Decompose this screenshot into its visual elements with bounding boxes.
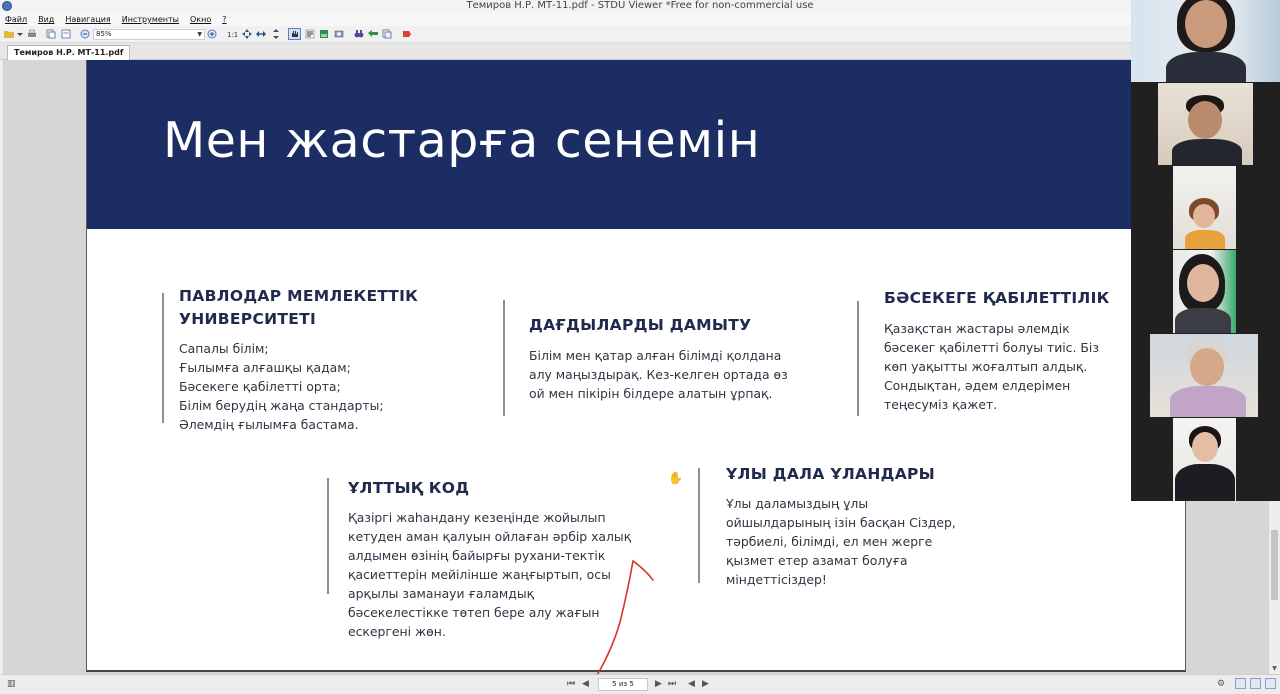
section-divider bbox=[857, 301, 859, 416]
zoom-value: 85% bbox=[96, 30, 112, 38]
dropdown-arrow-icon[interactable] bbox=[17, 29, 23, 39]
zoom-select[interactable]: 85% ▼ bbox=[93, 29, 205, 40]
window-title: Темиров Н.Р. МТ-11.pdf - STDU Viewer *Fr… bbox=[466, 0, 814, 11]
participant-avatar bbox=[1166, 0, 1246, 82]
facing-pages-view-icon[interactable] bbox=[1265, 678, 1276, 689]
participant-video-tile[interactable] bbox=[1173, 418, 1236, 501]
section-great-steppe: ҰЛЫ ДАЛА ҰЛАНДАРЫ Ұлы даламыздың ұлы ойш… bbox=[698, 465, 1018, 588]
section-heading: ҰЛТТЫҚ КОД bbox=[348, 479, 470, 497]
status-bar: ▥ ⏮ ◀ 5 из 5 ▶ ⏭ ◀ ▶ ⚙ bbox=[0, 674, 1280, 694]
participant-video-tile[interactable] bbox=[1131, 0, 1280, 82]
first-page-icon[interactable]: ⏮ bbox=[567, 679, 575, 689]
participant-video-tile[interactable] bbox=[1173, 166, 1236, 249]
window-title-bar: Темиров Н.Р. МТ-11.pdf - STDU Viewer *Fr… bbox=[0, 0, 1280, 13]
scroll-down-icon[interactable]: ▼ bbox=[1270, 664, 1279, 673]
print-icon[interactable] bbox=[27, 29, 37, 39]
zoom-out-icon[interactable] bbox=[80, 29, 90, 39]
participant-video-tile[interactable] bbox=[1158, 83, 1253, 165]
history-forward-icon[interactable]: ▶ bbox=[702, 679, 709, 689]
find-icon[interactable] bbox=[354, 29, 364, 39]
menu-tools[interactable]: Инструменты bbox=[122, 15, 179, 24]
svg-text:1:1: 1:1 bbox=[227, 31, 237, 39]
section-heading: ҰЛЫ ДАЛА ҰЛАНДАРЫ bbox=[726, 465, 936, 483]
select-image-icon[interactable] bbox=[319, 29, 329, 39]
section-divider bbox=[698, 468, 700, 583]
hand-tool-icon[interactable] bbox=[288, 28, 301, 40]
open-folder-icon[interactable] bbox=[4, 29, 14, 39]
document-tab-strip: Темиров Н.Р. МТ-11.pdf bbox=[0, 43, 1280, 60]
section-body: Ұлы даламыздың ұлы ойшылдарының ізін бас… bbox=[726, 496, 956, 587]
panel-toggle-icon[interactable]: ▥ bbox=[7, 679, 16, 689]
participant-video-tile[interactable] bbox=[1173, 250, 1236, 333]
back-icon[interactable] bbox=[368, 29, 378, 39]
section-divider bbox=[162, 293, 164, 423]
menu-bar: Файл Вид Навигация Инструменты Окно ? bbox=[0, 13, 1280, 26]
section-competitiveness: БӘСЕКЕГЕ ҚАБІЛЕТТІЛІК Қазақстан жастары … bbox=[857, 289, 1177, 419]
participant-avatar bbox=[1170, 340, 1246, 417]
fit-height-icon[interactable] bbox=[271, 29, 281, 39]
section-divider bbox=[503, 300, 505, 416]
scrollbar-thumb[interactable] bbox=[1271, 530, 1278, 600]
document-viewer[interactable]: ▲ ▼ Мен жастарға сенемін ПАВЛОДАР МЕМЛЕК… bbox=[0, 60, 1280, 674]
participant-avatar bbox=[1185, 198, 1225, 249]
menu-navigation[interactable]: Навигация bbox=[65, 15, 110, 24]
copy-icon[interactable] bbox=[46, 29, 56, 39]
section-national-code: ҰЛТТЫҚ КОД Қазіргі жаһандану кезеңінде ж… bbox=[327, 478, 687, 648]
hand-cursor-icon: ✋ bbox=[668, 471, 683, 485]
menu-view[interactable]: Вид bbox=[38, 15, 54, 24]
pages-icon[interactable] bbox=[61, 29, 71, 39]
fit-width-icon[interactable] bbox=[256, 29, 266, 39]
snapshot-icon[interactable] bbox=[334, 29, 344, 39]
section-heading: ДАҒДЫЛАРДЫ ДАМЫТУ bbox=[529, 316, 752, 334]
slide-banner: Мен жастарға сенемін bbox=[87, 60, 1185, 229]
section-body: Сапалы білім; Ғылымға алғашқы қадам; Бәс… bbox=[179, 341, 384, 432]
left-panel-collapsed[interactable] bbox=[0, 60, 4, 674]
single-page-view-icon[interactable] bbox=[1235, 678, 1246, 689]
document-tab[interactable]: Темиров Н.Р. МТ-11.pdf bbox=[7, 45, 131, 60]
continuous-view-icon[interactable] bbox=[1250, 678, 1261, 689]
bookmark-icon[interactable] bbox=[402, 29, 412, 39]
section-body: Білім мен қатар алған білімді қолдана ал… bbox=[529, 348, 788, 401]
slide-title: Мен жастарға сенемін bbox=[163, 112, 761, 169]
participant-video-tile[interactable] bbox=[1150, 334, 1258, 417]
menu-window[interactable]: Окно bbox=[190, 15, 211, 24]
section-heading: ПАВЛОДАР МЕМЛЕКЕТТІК УНИВЕРСИТЕТІ bbox=[179, 287, 419, 328]
history-back-icon[interactable]: ◀ bbox=[688, 679, 695, 689]
section-divider bbox=[327, 478, 329, 594]
page-indicator[interactable]: 5 из 5 bbox=[598, 678, 648, 691]
next-page-icon[interactable]: ▶ bbox=[655, 679, 662, 689]
toolbar: 85% ▼ 1:1 bbox=[0, 26, 1280, 43]
menu-file[interactable]: Файл bbox=[5, 15, 27, 24]
chevron-down-icon[interactable]: ▼ bbox=[197, 30, 202, 39]
menu-help[interactable]: ? bbox=[222, 15, 226, 24]
section-body: Қазақстан жастары әлемдік бәсекег қабіле… bbox=[884, 321, 1099, 412]
section-heading: БӘСЕКЕГЕ ҚАБІЛЕТТІЛІК bbox=[884, 289, 1110, 307]
section-skills: ДАҒДЫЛАРДЫ ДАМЫТУ Білім мен қатар алған … bbox=[503, 300, 833, 418]
zoom-in-icon[interactable] bbox=[207, 29, 217, 39]
section-university: ПАВЛОДАР МЕМЛЕКЕТТІК УНИВЕРСИТЕТІ Сапалы… bbox=[162, 287, 482, 432]
participant-avatar bbox=[1175, 426, 1235, 501]
video-call-panel bbox=[1131, 0, 1280, 501]
actual-size-icon[interactable]: 1:1 bbox=[227, 29, 237, 39]
forward-icon[interactable] bbox=[382, 29, 392, 39]
participant-avatar bbox=[1175, 254, 1231, 333]
pdf-page: Мен жастарға сенемін ПАВЛОДАР МЕМЛЕКЕТТІ… bbox=[86, 60, 1186, 672]
select-text-icon[interactable] bbox=[305, 29, 315, 39]
previous-page-icon[interactable]: ◀ bbox=[582, 679, 589, 689]
section-body: Қазіргі жаһандану кезеңінде жойылып кету… bbox=[348, 510, 632, 639]
last-page-icon[interactable]: ⏭ bbox=[668, 679, 676, 689]
fit-page-icon[interactable] bbox=[242, 29, 252, 39]
participant-avatar bbox=[1172, 95, 1242, 165]
tools-icon[interactable]: ⚙ bbox=[1217, 679, 1225, 689]
